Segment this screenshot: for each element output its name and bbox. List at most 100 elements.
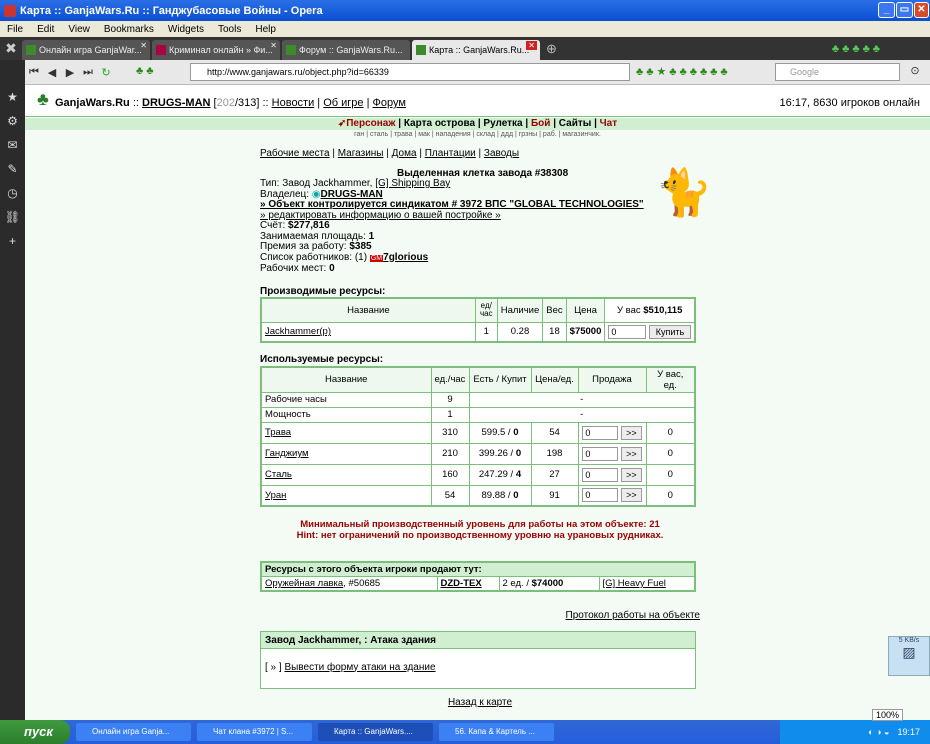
search-input[interactable]: Google [775, 63, 900, 81]
menu-view[interactable]: View [68, 24, 90, 35]
task-clan-chat[interactable]: Чат клана #3972 | S... [197, 723, 312, 741]
link-shops[interactable]: Магазины [338, 148, 384, 159]
used-heading: Используемые ресурсы: [260, 354, 384, 365]
resource-link[interactable]: Трава [265, 427, 291, 438]
protocol-link[interactable]: Протокол работы на объекте [566, 610, 700, 621]
buy-quantity-input[interactable]: 0 [608, 324, 647, 339]
back-to-map-link[interactable]: Назад к карте [448, 697, 512, 708]
attack-box: Завод Jackhammer, : Атака здания [ » ] В… [260, 630, 696, 689]
menu-tools[interactable]: Tools [218, 24, 241, 35]
resource-link[interactable]: Сталь [265, 469, 292, 480]
link-houses[interactable]: Дома [392, 148, 417, 159]
fast-forward-icon[interactable]: ⏭ [79, 66, 97, 79]
task-online-game[interactable]: Онлайн игра Ganja... [76, 723, 191, 741]
owner-link[interactable]: DRUGS-MAN [321, 189, 383, 200]
tab-close-icon[interactable]: ✕ [526, 41, 537, 50]
tab-close-icon[interactable]: ✕ [270, 41, 277, 50]
history-icon[interactable]: ◷ [0, 181, 25, 205]
opera-icon [4, 4, 16, 17]
nav-island-map[interactable]: Карта острова [404, 118, 475, 129]
notes-icon[interactable]: ✎ [0, 157, 25, 181]
clan-icon: ◉ [311, 188, 321, 200]
add-panel-icon[interactable]: + [0, 229, 25, 253]
maximize-button[interactable]: ▭ [896, 2, 913, 18]
address-bar[interactable]: http://www.ganjawars.ru/object.php?id=66… [190, 63, 630, 81]
tab-online-game[interactable]: Онлайн игра GanjaWar... ✕ [22, 40, 150, 60]
speed-dial-icons[interactable]: ♣♣♣♣♣ [832, 43, 883, 55]
sell-quantity-input[interactable]: 0 [582, 425, 619, 440]
attack-form-link[interactable]: Вывести форму атаки на здание [284, 662, 435, 673]
table-row: Мощность 1- [260, 406, 696, 423]
sell-quantity-input[interactable]: 0 [582, 467, 619, 482]
sell-quantity-input[interactable]: 0 [582, 446, 619, 461]
bookmark-leaf-icons[interactable]: ♣♣★♣♣♣♣♣♣ [636, 65, 731, 78]
seller-link[interactable]: DZD-TEX [441, 578, 482, 589]
settings-icon[interactable]: ⚙ [0, 109, 25, 133]
news-link[interactable]: Новости [272, 97, 315, 109]
resource-link[interactable]: Ганджиум [265, 448, 309, 459]
menu-file[interactable]: File [7, 24, 23, 35]
bookmarks-icon[interactable]: ★ [0, 85, 25, 109]
menu-edit[interactable]: Edit [37, 24, 54, 35]
tab-criminal[interactable]: Криминал онлайн » Фи... ✕ [152, 40, 280, 60]
user-link[interactable]: DRUGS-MAN [142, 97, 210, 109]
menu-widgets[interactable]: Widgets [168, 24, 204, 35]
mail-icon[interactable]: ✉ [0, 133, 25, 157]
sell-button[interactable]: >> [621, 467, 642, 482]
links-icon[interactable]: ⛓ [0, 205, 25, 229]
menu-bookmarks[interactable]: Bookmarks [104, 24, 154, 35]
tab-close-icon[interactable]: ✕ [140, 41, 147, 50]
new-tab-icon[interactable]: ⊕ [546, 41, 557, 57]
sell-button[interactable]: >> [621, 488, 642, 503]
menu-help[interactable]: Help [255, 24, 276, 35]
page-content: ♣ GanjaWars.Ru :: DRUGS-MAN [202/313] ::… [25, 85, 930, 720]
nav-battle[interactable]: Бой [531, 118, 550, 129]
ganja-leaf-icon [26, 45, 36, 55]
tray-icons[interactable]: ◐ ◑ ◒ [868, 727, 889, 737]
forward-icon[interactable]: ▶ [61, 66, 79, 79]
task-map[interactable]: Карта :: GanjaWars.... [318, 723, 433, 741]
minimize-button[interactable]: _ [878, 2, 895, 18]
sell-button[interactable]: >> [621, 446, 642, 461]
used-table: Название ед./час Есть / Купит Цена/ед. П… [260, 365, 696, 507]
glasses-icon[interactable]: ⊙ [906, 64, 924, 77]
gm-badge-icon: GM [369, 254, 384, 262]
syndicate-link[interactable]: » Объект контролируется синдикатом # 397… [260, 199, 700, 211]
back-icon[interactable]: ◀ [43, 66, 61, 79]
nav-character[interactable]: Персонаж [346, 118, 395, 129]
sub-navigation[interactable]: ган | сталь | трава | мак | нападения | … [25, 131, 930, 141]
resource-link[interactable]: Уран [265, 490, 286, 501]
forum-link[interactable]: Форум [373, 97, 406, 109]
buy-button[interactable]: Купить [649, 324, 691, 339]
item-link[interactable]: [G] Heavy Fuel [603, 578, 666, 589]
tab-forum[interactable]: Форум :: GanjaWars.Ru... [282, 40, 410, 60]
bookmark-leaf-icons[interactable]: ♣♣ [136, 65, 156, 77]
start-button[interactable]: пуск [0, 720, 70, 744]
taskbar: пуск Онлайн игра Ganja... Чат клана #397… [0, 720, 930, 744]
zoom-selector[interactable]: 100% [872, 709, 904, 721]
ganja-leaf-icon [416, 45, 426, 55]
location-link[interactable]: [G] Shipping Bay [375, 178, 450, 189]
level-notice: Минимальный производственный уровень для… [296, 519, 664, 541]
worker-link[interactable]: 7glorious [383, 252, 428, 263]
speed-widget[interactable]: 5 KB/s ▨ [888, 636, 930, 676]
product-link[interactable]: Jackhammer(p) [265, 326, 331, 337]
nav-roulette[interactable]: Рулетка [483, 118, 522, 129]
rewind-icon[interactable]: ⏮ [25, 66, 43, 79]
sell-button[interactable]: >> [621, 425, 642, 440]
table-row: Jackhammer(p) 1 0.28 18 $75000 0 Купить [260, 321, 696, 343]
nav-chat[interactable]: Чат [600, 118, 618, 129]
nav-sites[interactable]: Сайты [559, 118, 592, 129]
reload-icon[interactable]: ↻ [97, 66, 115, 79]
about-link[interactable]: Об игре [323, 97, 363, 109]
shop-link[interactable]: Оружейная лавка [265, 578, 343, 589]
link-workplaces[interactable]: Рабочие места [260, 148, 330, 159]
ganja-leaf-logo-icon: ♣ [37, 89, 49, 109]
link-factories[interactable]: Заводы [484, 148, 519, 159]
close-button[interactable]: ✕ [914, 2, 929, 18]
tab-map[interactable]: Карта :: GanjaWars.Ru... ✕ [412, 40, 540, 60]
task-cartel[interactable]: 56. Капа & Картель ... [439, 723, 554, 741]
link-plantations[interactable]: Плантации [425, 148, 476, 159]
tools-icon[interactable]: ✖ [0, 40, 22, 57]
sell-quantity-input[interactable]: 0 [582, 488, 619, 503]
